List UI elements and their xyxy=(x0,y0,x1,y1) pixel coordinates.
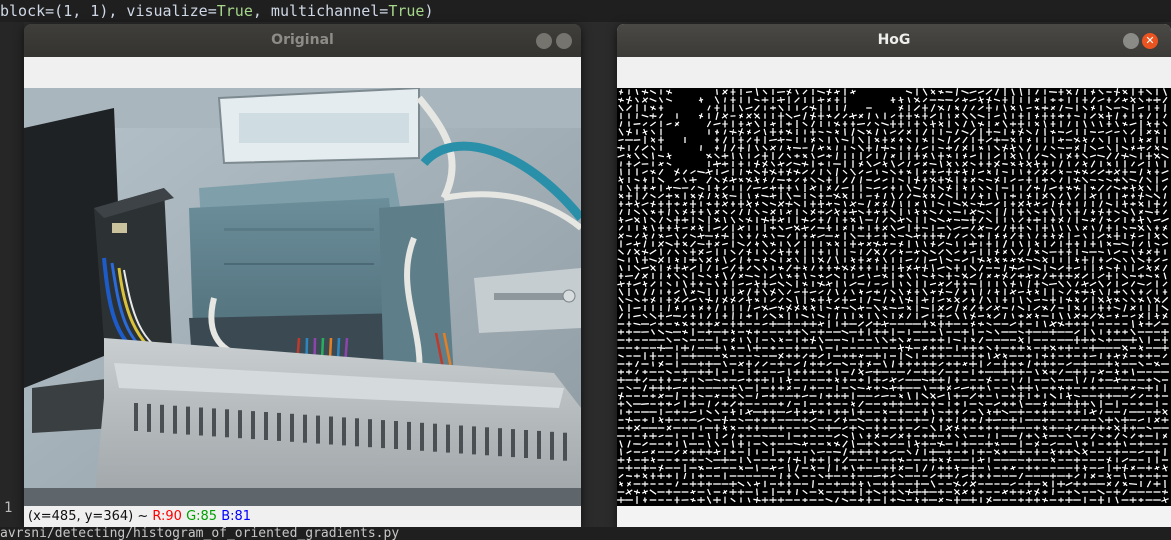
minimize-icon[interactable] xyxy=(1123,33,1139,49)
blue-value: B:81 xyxy=(221,509,252,524)
window-title: Original xyxy=(271,32,334,48)
terminal-code-line: block=(1, 1), visualize=True, multichann… xyxy=(0,0,1171,22)
minimize-icon[interactable] xyxy=(536,33,552,49)
editor-gutter: 1 xyxy=(0,22,24,527)
red-value: R:90 xyxy=(152,509,182,524)
hog-toolbar xyxy=(617,57,1171,88)
line-marker: 1 xyxy=(4,500,13,516)
hog-window: HoG ✕ xyxy=(617,24,1171,527)
close-icon[interactable] xyxy=(556,33,572,49)
code-text-end: ) xyxy=(424,2,434,20)
camera-frame xyxy=(24,88,581,506)
original-window: Original (x=485, y=364) ~ R:90 G:85 B:81 xyxy=(24,24,581,527)
original-toolbar xyxy=(24,57,581,88)
code-true-keyword-2: True xyxy=(388,2,425,20)
original-image[interactable] xyxy=(24,88,581,506)
hog-visualization xyxy=(617,88,1169,504)
code-text-mid: , multichannel= xyxy=(252,2,389,20)
window-title: HoG xyxy=(877,32,911,48)
code-text: block=(1, 1), visualize= xyxy=(0,2,217,20)
hog-image[interactable] xyxy=(617,88,1171,506)
green-value: G:85 xyxy=(186,509,218,524)
status-bar: (x=485, y=364) ~ R:90 G:85 B:81 xyxy=(24,506,581,527)
close-icon[interactable]: ✕ xyxy=(1142,33,1158,49)
pixel-coords: (x=485, y=364) ~ xyxy=(28,509,153,524)
original-titlebar[interactable]: Original xyxy=(24,24,581,57)
terminal-path-line: avrsni/detecting/histogram_of_oriented_g… xyxy=(0,527,1171,540)
hog-titlebar[interactable]: HoG ✕ xyxy=(617,24,1171,57)
code-true-keyword: True xyxy=(216,2,253,20)
hog-status-bar xyxy=(617,506,1171,527)
